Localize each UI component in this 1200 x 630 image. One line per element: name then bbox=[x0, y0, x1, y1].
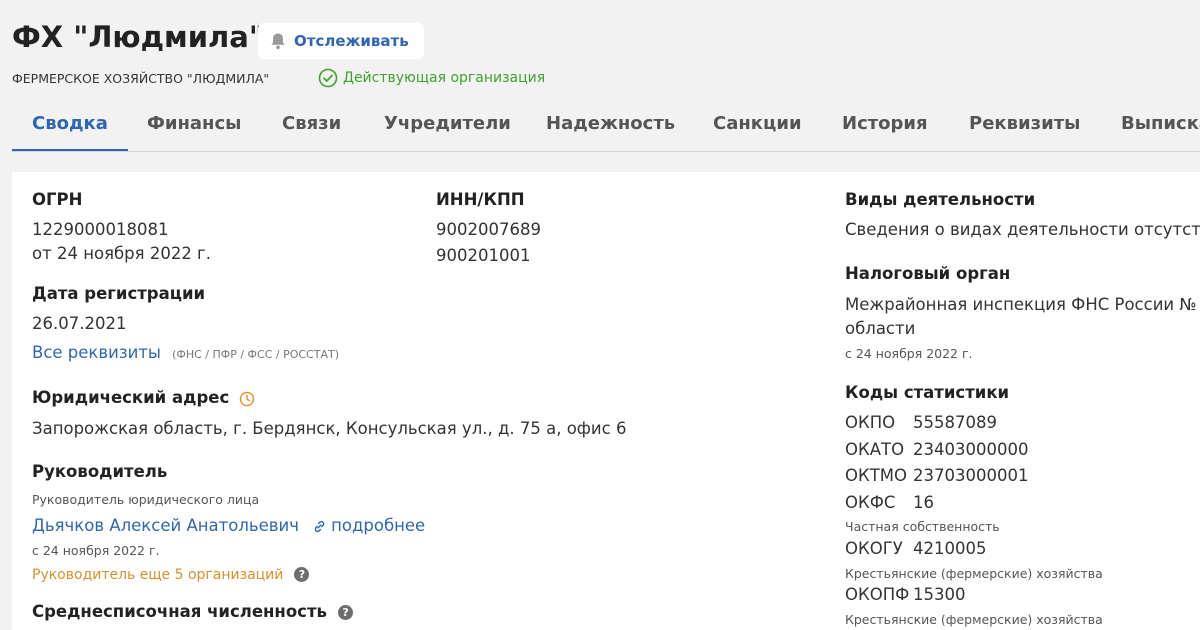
stat-code-okpo: ОКПО 55587089 bbox=[845, 413, 997, 432]
director-since: с 24 ноября 2022 г. bbox=[32, 543, 160, 558]
details-sources: (ФНС / ПФР / ФСС / РОССТАТ) bbox=[172, 348, 339, 361]
stat-code-key: ОКФС bbox=[845, 493, 896, 512]
inn-value: 9002007689 bbox=[436, 220, 541, 239]
stat-code-okato: ОКАТО 23403000000 bbox=[845, 440, 1028, 459]
tab-extract[interactable]: Выписка bbox=[1101, 100, 1200, 151]
other-orgs-row: Руководитель еще 5 организаций ? bbox=[32, 564, 310, 583]
address-value: Запорожская область, г. Бердянск, Консул… bbox=[32, 419, 627, 438]
registration-date: 26.07.2021 bbox=[32, 314, 127, 333]
follow-button-label: Отслеживать bbox=[294, 32, 409, 50]
stat-code-key: ОКТМО bbox=[845, 466, 908, 485]
link-icon bbox=[314, 520, 325, 533]
stat-code-value: 55587089 bbox=[913, 413, 997, 432]
tax-authority-line1: Межрайонная инспекция ФНС России № 2 bbox=[845, 295, 1200, 314]
stat-code-key: ОКОГУ bbox=[845, 539, 903, 558]
stat-code-oktmo: ОКТМО 23703000001 bbox=[845, 466, 1028, 485]
okfs-description: Частная собственность bbox=[845, 519, 1000, 534]
headcount-label: Среднесписочная численность bbox=[32, 602, 327, 621]
all-details-row: Все реквизиты (ФНС / ПФР / ФСС / РОССТАТ… bbox=[32, 343, 339, 362]
stat-code-key: ОКАТО bbox=[845, 440, 905, 459]
more-link[interactable]: подробнее bbox=[331, 516, 425, 535]
activities-label: Виды деятельности bbox=[845, 190, 1036, 209]
inn-kpp-label: ИНН/КПП bbox=[436, 190, 525, 209]
help-icon[interactable]: ? bbox=[294, 567, 310, 582]
stat-code-okfs: ОКФС 16 bbox=[845, 493, 934, 512]
tab-links[interactable]: Связи bbox=[262, 100, 361, 151]
tab-finance[interactable]: Финансы bbox=[127, 100, 261, 151]
director-role: Руководитель юридического лица bbox=[32, 492, 260, 507]
ogrn-value: 1229000018081 bbox=[32, 220, 169, 239]
bell-icon bbox=[271, 33, 285, 50]
clock-icon[interactable] bbox=[239, 391, 255, 407]
company-full-name: ФЕРМЕРСКОЕ ХОЗЯЙСТВО "ЛЮДМИЛА" bbox=[12, 71, 270, 86]
status-badge: Действующая организация bbox=[318, 68, 545, 88]
ogrn-date: от 24 ноября 2022 г. bbox=[32, 244, 211, 263]
stat-code-value: 4210005 bbox=[913, 539, 987, 558]
stat-code-okopf: ОКОПФ 15300 bbox=[845, 585, 966, 604]
summary-panel: ОГРН 1229000018081 от 24 ноября 2022 г. … bbox=[12, 172, 1200, 630]
headcount-row: Среднесписочная численность ? bbox=[32, 602, 354, 621]
other-orgs-link[interactable]: Руководитель еще 5 организаций bbox=[32, 567, 283, 583]
okopf-description: Крестьянские (фермерские) хозяйства bbox=[845, 612, 1103, 627]
stat-code-okogu: ОКОГУ 4210005 bbox=[845, 539, 987, 558]
status-text: Действующая организация bbox=[343, 70, 546, 86]
director-name-link[interactable]: Дьячков Алексей Анатольевич bbox=[32, 516, 299, 535]
stat-code-value: 23703000001 bbox=[913, 466, 1029, 485]
tab-requisites[interactable]: Реквизиты bbox=[949, 100, 1100, 151]
tax-authority-since: с 24 ноября 2022 г. bbox=[845, 346, 973, 361]
director-row: Дьячков Алексей Анатольевич подробнее bbox=[32, 516, 425, 535]
tax-authority-label: Налоговый орган bbox=[845, 264, 1011, 283]
tab-summary[interactable]: Сводка bbox=[12, 100, 128, 151]
stat-code-key: ОКПО bbox=[845, 413, 896, 432]
tax-authority-line2: области bbox=[845, 319, 916, 338]
all-details-link[interactable]: Все реквизиты bbox=[32, 343, 161, 362]
help-icon[interactable]: ? bbox=[338, 605, 354, 620]
stat-codes-label: Коды статистики bbox=[845, 383, 1010, 402]
more-link-wrap[interactable]: подробнее bbox=[312, 516, 425, 535]
check-circle-icon bbox=[318, 68, 338, 88]
tab-sanctions[interactable]: Санкции bbox=[693, 100, 822, 151]
tab-bar: Сводка Финансы Связи Учредители Надежнос… bbox=[12, 100, 1200, 152]
follow-button[interactable]: Отслеживать bbox=[258, 23, 424, 59]
stat-code-value: 23403000000 bbox=[913, 440, 1029, 459]
stat-code-value: 16 bbox=[913, 493, 934, 512]
address-label: Юридический адрес bbox=[32, 388, 230, 407]
okogu-description: Крестьянские (фермерские) хозяйства bbox=[845, 566, 1103, 581]
address-label-row: Юридический адрес bbox=[32, 388, 255, 407]
activities-value: Сведения о видах деятельности отсутству bbox=[845, 220, 1200, 239]
company-title: ФХ "Людмила" bbox=[12, 20, 264, 54]
page-header: ФХ "Людмила" Отслеживать ФЕРМЕРСКОЕ ХОЗЯ… bbox=[0, 0, 1200, 153]
stat-code-key: ОКОПФ bbox=[845, 585, 910, 604]
kpp-value: 900201001 bbox=[436, 246, 531, 265]
registration-label: Дата регистрации bbox=[32, 284, 206, 303]
stat-code-value: 15300 bbox=[913, 585, 966, 604]
tab-founders[interactable]: Учредители bbox=[364, 100, 531, 151]
director-label: Руководитель bbox=[32, 462, 168, 481]
tab-reliability[interactable]: Надежность bbox=[526, 100, 695, 151]
tab-history[interactable]: История bbox=[822, 100, 948, 151]
ogrn-label: ОГРН bbox=[32, 190, 83, 209]
